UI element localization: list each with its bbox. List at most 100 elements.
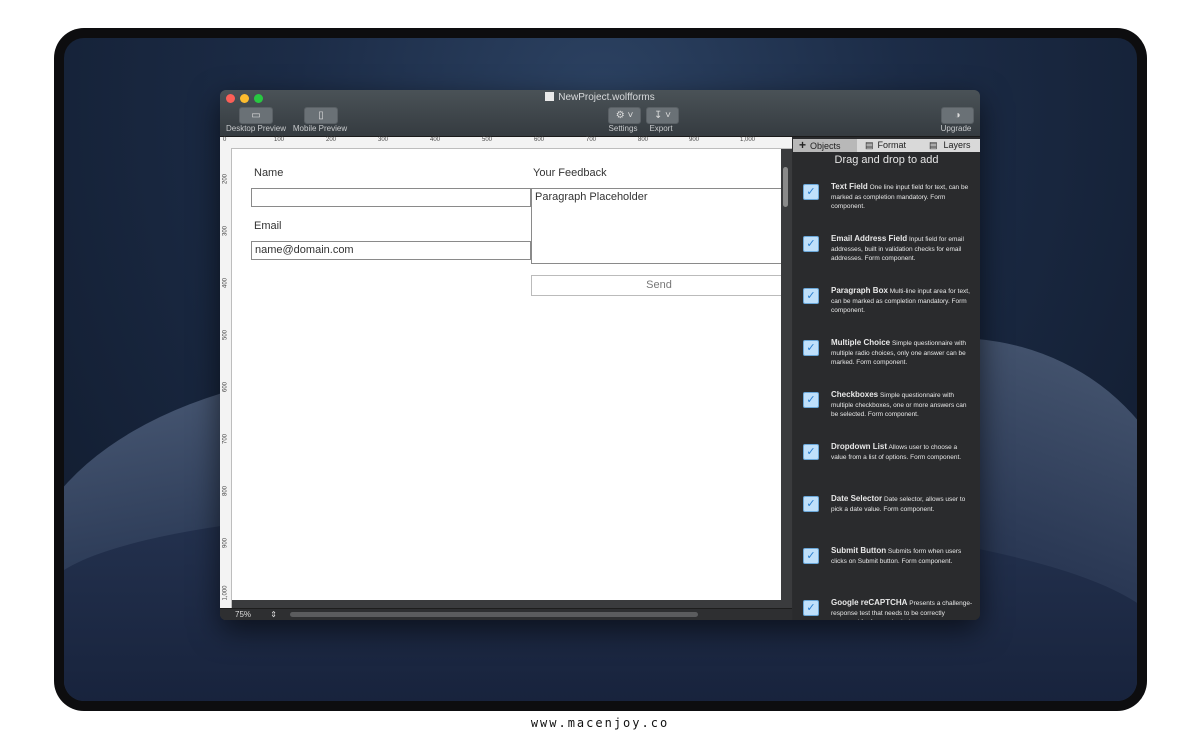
upgrade-label: Upgrade	[940, 124, 972, 133]
ruler-tick: 100	[274, 137, 285, 143]
upgrade-button[interactable]: ◑	[941, 107, 974, 124]
horizontal-ruler: 0 100 200 300 400 500 600 700 800 900 1,…	[220, 137, 792, 149]
app-window: NewProject.wolfforms ▭ Desktop Preview ▯…	[220, 90, 980, 620]
ruler-tick: 300	[378, 137, 389, 143]
layers-icon: ▤	[929, 140, 938, 150]
object-item-name: Date Selector	[831, 494, 883, 503]
ruler-tick: 0	[223, 137, 227, 143]
object-item-name: Multiple Choice	[831, 338, 891, 347]
phone-icon: ▯	[318, 110, 324, 121]
tab-objects[interactable]: + Objects	[793, 139, 857, 152]
ruler-tick: 800	[222, 486, 229, 497]
object-item-date-selector[interactable]: ✓ Date Selector Date selector, allows us…	[801, 494, 977, 542]
object-item-text: Paragraph Box Multi-line input area for …	[831, 286, 973, 316]
ruler-tick: 300	[222, 226, 229, 237]
vertical-scrollbar[interactable]	[783, 167, 788, 207]
export-label: Export	[649, 124, 673, 133]
canvas-status-bar: 75% ⇕	[220, 608, 792, 620]
vertical-ruler: 200 300 400 500 600 700 800 900 1,000	[220, 148, 232, 608]
tab-objects-label: Objects	[810, 141, 841, 151]
gear-icon: ⚙ ˅	[615, 110, 634, 121]
email-field[interactable]: name@domain.com	[251, 241, 531, 260]
tab-format-label: Format	[877, 140, 907, 150]
ruler-tick: 800	[638, 137, 649, 143]
checkbox-icon: ✓	[803, 496, 819, 512]
object-item-paragraph-box[interactable]: ✓ Paragraph Box Multi-line input area fo…	[801, 286, 977, 334]
ruler-tick: 500	[222, 330, 229, 341]
watermark: www.macenjoy.co	[530, 716, 670, 730]
checkbox-icon: ✓	[803, 184, 819, 200]
desktop-preview-label: Desktop Preview	[225, 124, 287, 133]
object-item-text: Date Selector Date selector, allows user…	[831, 494, 973, 514]
ruler-tick: 600	[534, 137, 545, 143]
checkbox-icon: ✓	[803, 548, 819, 564]
ruler-tick: 200	[326, 137, 337, 143]
object-item-name: Email Address Field	[831, 234, 908, 243]
object-item-name: Google reCAPTCHA	[831, 598, 908, 607]
plus-icon: +	[799, 138, 807, 152]
basket-icon: ◑	[954, 110, 961, 121]
ruler-tick: 900	[689, 137, 700, 143]
object-item-google-recaptcha[interactable]: ✓ Google reCAPTCHA Presents a challenge-…	[801, 598, 977, 620]
ruler-tick: 200	[222, 174, 229, 185]
export-button[interactable]: ↧ ˅	[646, 107, 679, 124]
mobile-preview-button[interactable]: ▯	[304, 107, 338, 124]
format-icon: ▤	[865, 140, 874, 150]
object-item-text: Submit Button Submits form when users cl…	[831, 546, 973, 566]
settings-button[interactable]: ⚙ ˅	[608, 107, 641, 124]
objects-panel: + Objects ▤ Format ▤ Layers Drag and drop t…	[793, 137, 980, 620]
object-item-dropdown-list[interactable]: ✓ Dropdown List Allows user to choose a …	[801, 442, 977, 490]
checkbox-icon: ✓	[803, 392, 819, 408]
tab-format[interactable]: ▤ Format	[861, 139, 919, 152]
name-field[interactable]	[251, 188, 531, 207]
title-bar: NewProject.wolfforms ▭ Desktop Preview ▯…	[220, 90, 980, 137]
object-item-name: Paragraph Box	[831, 286, 888, 295]
monitor-icon: ▭	[251, 110, 261, 121]
ruler-tick: 400	[430, 137, 441, 143]
desktop-preview-button[interactable]: ▭	[239, 107, 273, 124]
settings-label: Settings	[608, 124, 638, 133]
object-item-text-field[interactable]: ✓ Text Field One line input field for te…	[801, 182, 977, 230]
object-item-checkboxes[interactable]: ✓ Checkboxes Simple questionnaire with m…	[801, 390, 977, 438]
object-item-text: Google reCAPTCHA Presents a challenge-re…	[831, 598, 973, 620]
object-item-text: Text Field One line input field for text…	[831, 182, 973, 212]
feedback-label: Your Feedback	[533, 167, 607, 179]
ruler-tick: 700	[222, 434, 229, 445]
object-item-name: Checkboxes	[831, 390, 879, 399]
feedback-paragraph-box[interactable]: Paragraph Placeholder	[531, 188, 781, 264]
object-item-text: Multiple Choice Simple questionnaire wit…	[831, 338, 973, 368]
ruler-tick: 900	[222, 538, 229, 549]
object-item-name: Text Field	[831, 182, 868, 191]
ruler-tick: 1,000	[222, 585, 229, 601]
ruler-tick: 400	[222, 278, 229, 289]
window-title: NewProject.wolfforms	[220, 92, 980, 103]
checkbox-icon: ✓	[803, 340, 819, 356]
ruler-tick: 1,000	[740, 137, 756, 143]
object-item-name: Submit Button	[831, 546, 887, 555]
window-title-text: NewProject.wolfforms	[558, 92, 655, 103]
design-canvas[interactable]: 0 100 200 300 400 500 600 700 800 900 1,…	[220, 137, 792, 620]
ruler-tick: 700	[586, 137, 597, 143]
form-page[interactable]: Name Email name@domain.com Your Feedback…	[232, 149, 781, 600]
object-item-email-address-field[interactable]: ✓ Email Address Field Input field for em…	[801, 234, 977, 282]
checkbox-icon: ✓	[803, 236, 819, 252]
object-item-multiple-choice[interactable]: ✓ Multiple Choice Simple questionnaire w…	[801, 338, 977, 386]
ruler-tick: 500	[482, 137, 493, 143]
object-item-text: Dropdown List Allows user to choose a va…	[831, 442, 973, 462]
send-button[interactable]: Send	[531, 275, 781, 296]
object-item-text: Email Address Field Input field for emai…	[831, 234, 973, 264]
zoom-value: 75%	[235, 610, 252, 619]
checkbox-icon: ✓	[803, 288, 819, 304]
zoom-selector[interactable]: 75% ⇕	[235, 610, 279, 620]
stepper-icon: ⇕	[270, 610, 277, 619]
panel-heading: Drag and drop to add	[834, 154, 939, 166]
tab-layers-label: Layers	[943, 140, 971, 150]
tab-layers[interactable]: ▤ Layers	[925, 139, 980, 152]
email-label: Email	[254, 220, 282, 232]
panel-tabs: + Objects ▤ Format ▤ Layers	[793, 139, 980, 152]
ruler-tick: 600	[222, 382, 229, 393]
horizontal-scrollbar[interactable]	[290, 612, 698, 617]
object-item-name: Dropdown List	[831, 442, 887, 451]
object-item-submit-button[interactable]: ✓ Submit Button Submits form when users …	[801, 546, 977, 594]
checkbox-icon: ✓	[803, 600, 819, 616]
